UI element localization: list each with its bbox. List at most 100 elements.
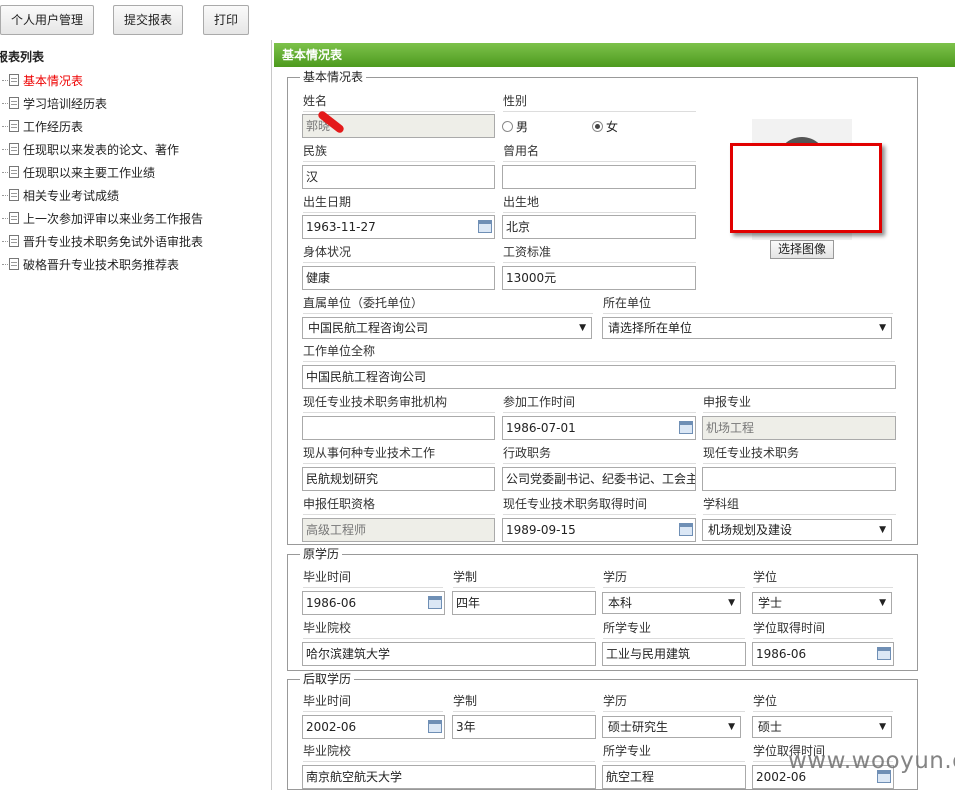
user-management-button[interactable]: 个人用户管理 bbox=[0, 5, 94, 35]
salary-field[interactable]: 13000元 bbox=[502, 266, 696, 290]
apply-major-field[interactable]: 机场工程 bbox=[702, 416, 896, 440]
current-title-label: 现任专业技术职务 bbox=[703, 444, 896, 464]
section-legend: 原学历 bbox=[300, 547, 343, 561]
dropdown-arrow-icon: ▼ bbox=[879, 525, 886, 535]
sidebar-item-exam-scores[interactable]: 相关专业考试成绩 bbox=[2, 185, 119, 205]
discipline-label: 学科组 bbox=[703, 495, 896, 515]
birthplace-label: 出生地 bbox=[503, 193, 696, 213]
sidebar-item-language-exemption[interactable]: 晋升专业技术职务免试外语审批表 bbox=[2, 231, 203, 251]
full-unit-field[interactable]: 中国民航工程咨询公司 bbox=[302, 365, 896, 389]
birthdate-label: 出生日期 bbox=[303, 193, 495, 213]
ethnicity-label: 民族 bbox=[303, 142, 495, 162]
calendar-icon[interactable] bbox=[428, 720, 442, 733]
full-unit-label: 工作单位全称 bbox=[303, 342, 895, 362]
name-label: 姓名 bbox=[303, 92, 495, 112]
degree-select[interactable]: 硕士 ▼ bbox=[752, 716, 892, 738]
watermark: www.wooyun.org bbox=[788, 748, 955, 774]
location-unit-select[interactable]: 请选择所在单位 ▼ bbox=[602, 317, 892, 339]
section-legend: 后取学历 bbox=[300, 672, 355, 686]
work-start-field[interactable]: 1986-07-01 bbox=[502, 416, 696, 440]
grad-time-label: 毕业时间 bbox=[303, 568, 443, 588]
calendar-icon[interactable] bbox=[428, 596, 442, 609]
degree-date-label: 学位取得时间 bbox=[753, 619, 893, 639]
sidebar-item-exceptional-promotion[interactable]: 破格晋升专业技术职务推荐表 bbox=[2, 254, 179, 274]
approval-org-field[interactable] bbox=[302, 416, 495, 440]
school-label: 毕业院校 bbox=[303, 742, 595, 762]
approval-org-label: 现任专业技术职务审批机构 bbox=[303, 393, 495, 413]
grad-time-label: 毕业时间 bbox=[303, 692, 443, 712]
document-icon bbox=[9, 166, 19, 178]
degree-select[interactable]: 学士 ▼ bbox=[752, 592, 892, 614]
sidebar-item-training[interactable]: 学习培训经历表 bbox=[2, 93, 107, 113]
document-icon bbox=[9, 189, 19, 201]
degree-level-label: 学历 bbox=[603, 568, 745, 588]
duration-label: 学制 bbox=[453, 568, 595, 588]
calendar-icon[interactable] bbox=[478, 220, 492, 233]
former-name-field[interactable] bbox=[502, 165, 696, 189]
title-date-field[interactable]: 1989-09-15 bbox=[502, 518, 696, 542]
grad-time-field[interactable]: 2002-06 bbox=[302, 715, 445, 739]
current-work-field[interactable]: 民航规划研究 bbox=[302, 467, 495, 491]
major-label: 所学专业 bbox=[603, 619, 745, 639]
sidebar-item-achievements[interactable]: 任现职以来主要工作业绩 bbox=[2, 162, 155, 182]
dropdown-arrow-icon: ▼ bbox=[879, 323, 886, 333]
current-title-field[interactable] bbox=[702, 467, 896, 491]
major-field[interactable]: 航空工程 bbox=[602, 765, 746, 789]
sidebar-item-papers[interactable]: 任现职以来发表的论文、著作 bbox=[2, 139, 179, 159]
sidebar-title: 报表列表 bbox=[0, 50, 45, 64]
dropdown-arrow-icon: ▼ bbox=[879, 722, 886, 732]
document-icon bbox=[9, 97, 19, 109]
apply-qual-label: 申报任职资格 bbox=[303, 495, 495, 515]
sidebar-item-basic-info[interactable]: 基本情况表 bbox=[2, 70, 83, 90]
print-button[interactable]: 打印 bbox=[203, 5, 249, 35]
degree-level-label: 学历 bbox=[603, 692, 745, 712]
select-image-button[interactable]: 选择图像 bbox=[770, 240, 834, 259]
duration-field[interactable]: 四年 bbox=[452, 591, 596, 615]
redaction-box bbox=[730, 143, 882, 233]
grad-time-field[interactable]: 1986-06 bbox=[302, 591, 445, 615]
location-unit-label: 所在单位 bbox=[603, 294, 893, 314]
health-field[interactable]: 健康 bbox=[302, 266, 495, 290]
ethnicity-field[interactable]: 汉 bbox=[302, 165, 495, 189]
school-label: 毕业院校 bbox=[303, 619, 595, 639]
degree-date-field[interactable]: 1986-06 bbox=[752, 642, 894, 666]
sidebar-item-work-history[interactable]: 工作经历表 bbox=[2, 116, 83, 136]
birthdate-field[interactable]: 1963-11-27 bbox=[302, 215, 495, 239]
calendar-icon[interactable] bbox=[877, 647, 891, 660]
divider bbox=[271, 40, 272, 790]
page-title: 基本情况表 bbox=[274, 43, 955, 67]
unit-select[interactable]: 中国民航工程咨询公司 ▼ bbox=[302, 317, 592, 339]
salary-label: 工资标准 bbox=[503, 243, 696, 263]
degree-label: 学位 bbox=[753, 692, 893, 712]
submit-report-button[interactable]: 提交报表 bbox=[113, 5, 183, 35]
calendar-icon[interactable] bbox=[679, 523, 693, 536]
school-field[interactable]: 哈尔滨建筑大学 bbox=[302, 642, 596, 666]
major-label: 所学专业 bbox=[603, 742, 745, 762]
admin-post-field[interactable]: 公司党委副书记、纪委书记、工会主 bbox=[502, 467, 696, 491]
major-field[interactable]: 工业与民用建筑 bbox=[602, 642, 746, 666]
dropdown-arrow-icon: ▼ bbox=[728, 722, 735, 732]
health-label: 身体状况 bbox=[303, 243, 495, 263]
document-icon bbox=[9, 212, 19, 224]
discipline-select[interactable]: 机场规划及建设 ▼ bbox=[702, 519, 892, 541]
document-icon bbox=[9, 143, 19, 155]
dropdown-arrow-icon: ▼ bbox=[879, 598, 886, 608]
former-name-label: 曾用名 bbox=[503, 142, 696, 162]
birthplace-field[interactable]: 北京 bbox=[502, 215, 696, 239]
duration-field[interactable]: 3年 bbox=[452, 715, 596, 739]
dropdown-arrow-icon: ▼ bbox=[728, 598, 735, 608]
degree-level-select[interactable]: 硕士研究生 ▼ bbox=[602, 716, 741, 738]
dropdown-arrow-icon: ▼ bbox=[579, 323, 586, 333]
current-work-label: 现从事何种专业技术工作 bbox=[303, 444, 495, 464]
calendar-icon[interactable] bbox=[679, 421, 693, 434]
apply-qual-field[interactable]: 高级工程师 bbox=[302, 518, 495, 542]
document-icon bbox=[9, 235, 19, 247]
gender-label: 性别 bbox=[503, 92, 696, 112]
gender-female-radio[interactable]: 女 bbox=[592, 118, 618, 135]
work-start-label: 参加工作时间 bbox=[503, 393, 696, 413]
gender-male-radio[interactable]: 男 bbox=[502, 118, 528, 135]
degree-level-select[interactable]: 本科 ▼ bbox=[602, 592, 741, 614]
school-field[interactable]: 南京航空航天大学 bbox=[302, 765, 596, 789]
sidebar: 报表列表 基本情况表 学习培训经历表 工作经历表 任现职以来发表的论文、著作 任… bbox=[0, 40, 271, 790]
sidebar-item-work-report[interactable]: 上一次参加评审以来业务工作报告 bbox=[2, 208, 203, 228]
